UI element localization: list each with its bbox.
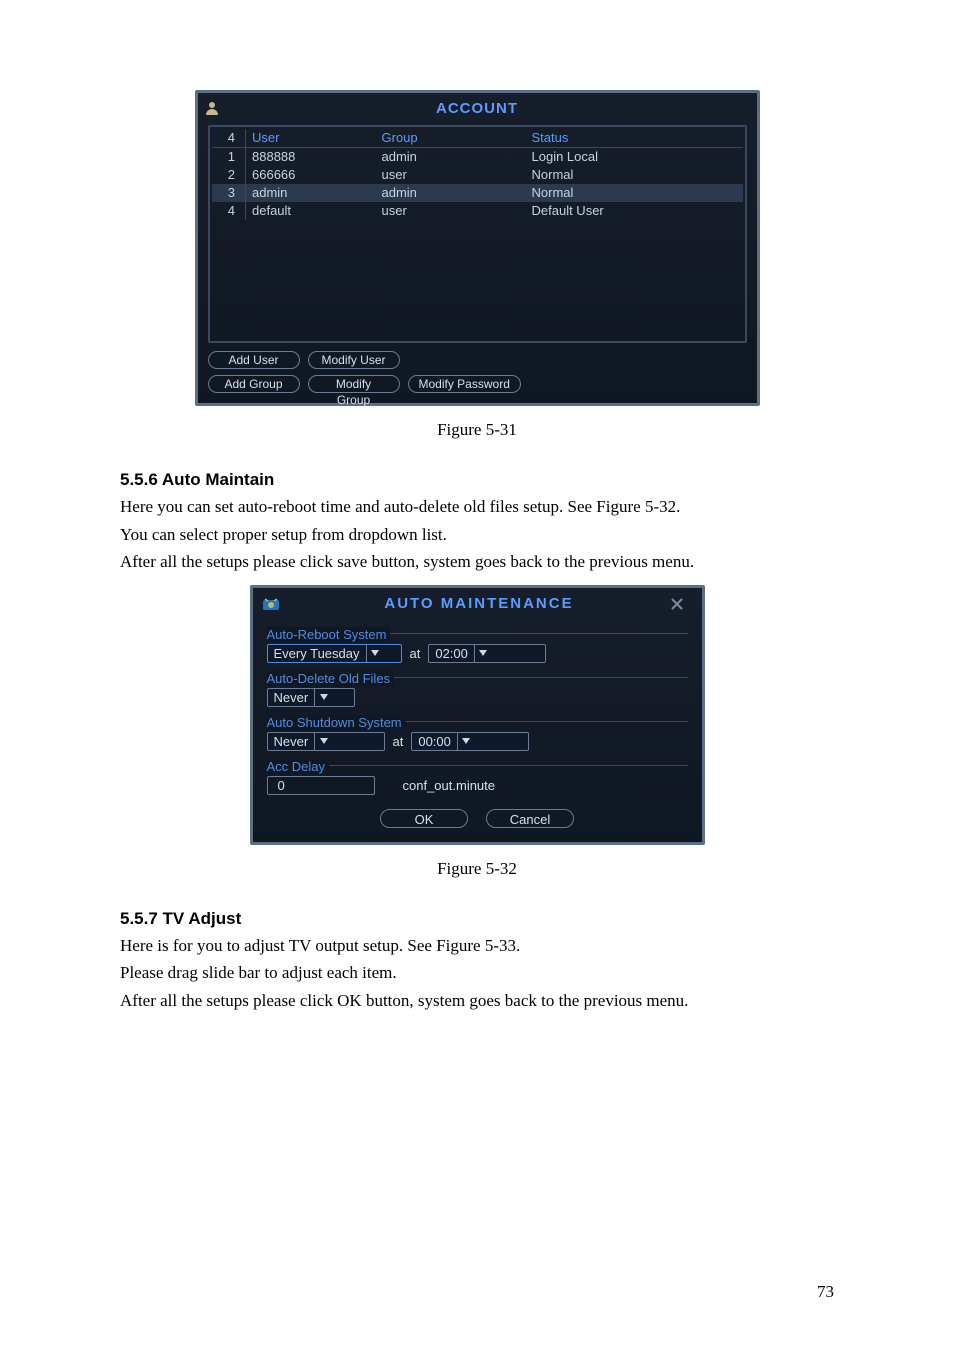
section-title: 5.5.7 TV Adjust bbox=[120, 909, 834, 929]
body-text: Here you can set auto-reboot time and au… bbox=[120, 494, 834, 520]
section-title: 5.5.6 Auto Maintain bbox=[120, 470, 834, 490]
modify-user-button[interactable]: Modify User bbox=[308, 351, 400, 369]
add-user-button[interactable]: Add User bbox=[208, 351, 300, 369]
col-status: Status bbox=[526, 129, 743, 148]
add-group-button[interactable]: Add Group bbox=[208, 375, 300, 393]
figure-caption: Figure 5-32 bbox=[120, 859, 834, 879]
chevron-down-icon bbox=[366, 645, 384, 662]
col-count: 4 bbox=[212, 129, 246, 148]
ok-button[interactable]: OK bbox=[380, 809, 468, 828]
account-window: ACCOUNT 4 User Group Status bbox=[195, 90, 760, 406]
account-titlebar: ACCOUNT bbox=[198, 93, 757, 123]
table-row[interactable]: 3 admin admin Normal bbox=[212, 184, 743, 202]
close-icon[interactable] bbox=[670, 597, 702, 611]
auto-title: AUTO MAINTENANCE bbox=[285, 595, 670, 612]
body-text: After all the setups please click save b… bbox=[120, 549, 834, 575]
section-auto-shutdown: Auto Shutdown System bbox=[267, 715, 688, 728]
table-row[interactable]: 4 default user Default User bbox=[212, 202, 743, 220]
body-text: Here is for you to adjust TV output setu… bbox=[120, 933, 834, 959]
shutdown-time-dropdown[interactable]: 00:00 bbox=[411, 732, 529, 751]
reboot-time-dropdown[interactable]: 02:00 bbox=[428, 644, 546, 663]
chevron-down-icon bbox=[314, 689, 332, 706]
col-group: Group bbox=[376, 129, 526, 148]
section-acc-delay: Acc Delay bbox=[267, 759, 688, 772]
modify-group-button[interactable]: Modify Group bbox=[308, 375, 400, 393]
chevron-down-icon bbox=[474, 645, 492, 662]
account-title: ACCOUNT bbox=[226, 100, 757, 117]
delete-old-dropdown[interactable]: Never bbox=[267, 688, 355, 707]
auto-titlebar: AUTO MAINTENANCE bbox=[253, 588, 702, 620]
table-row[interactable]: 2 666666 user Normal bbox=[212, 166, 743, 184]
reboot-day-dropdown[interactable]: Every Tuesday bbox=[267, 644, 402, 663]
acc-delay-unit: conf_out.minute bbox=[403, 778, 496, 793]
col-user: User bbox=[246, 129, 376, 148]
body-text: Please drag slide bar to adjust each ite… bbox=[120, 960, 834, 986]
acc-delay-input[interactable]: 0 bbox=[267, 776, 375, 795]
cancel-button[interactable]: Cancel bbox=[486, 809, 574, 828]
body-text: After all the setups please click OK but… bbox=[120, 988, 834, 1014]
chevron-down-icon bbox=[314, 733, 332, 750]
modify-password-button[interactable]: Modify Password bbox=[408, 375, 521, 393]
at-label: at bbox=[410, 646, 421, 661]
section-auto-reboot: Auto-Reboot System bbox=[267, 627, 688, 640]
figure-caption: Figure 5-31 bbox=[120, 420, 834, 440]
chevron-down-icon bbox=[457, 733, 475, 750]
account-icon bbox=[198, 93, 226, 123]
at-label: at bbox=[393, 734, 404, 749]
table-header-row: 4 User Group Status bbox=[212, 129, 743, 148]
users-table: 4 User Group Status 1 888888 admin Login… bbox=[212, 129, 743, 220]
auto-icon bbox=[257, 591, 285, 619]
shutdown-day-dropdown[interactable]: Never bbox=[267, 732, 385, 751]
body-text: You can select proper setup from dropdow… bbox=[120, 522, 834, 548]
page-number: 73 bbox=[817, 1282, 834, 1302]
section-auto-delete: Auto-Delete Old Files bbox=[267, 671, 688, 684]
table-row[interactable]: 1 888888 admin Login Local bbox=[212, 148, 743, 167]
auto-maintenance-window: AUTO MAINTENANCE Auto-Reboot System Ever… bbox=[250, 585, 705, 845]
